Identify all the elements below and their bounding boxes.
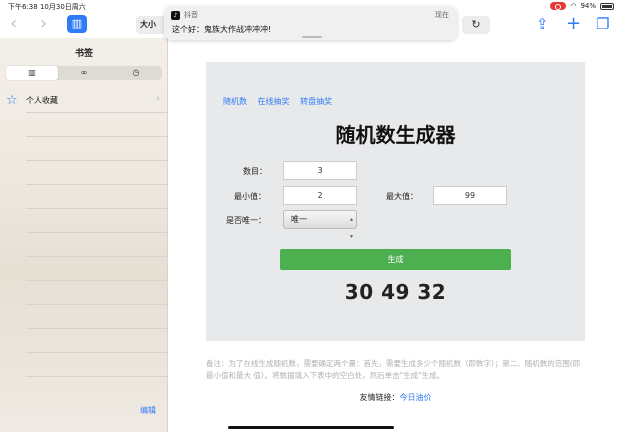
unique-select[interactable]: 唯一 ▴ ▾ — [283, 210, 357, 240]
divider — [26, 280, 167, 281]
note-text: 备注：为了在线生成随机数，需要确定两个量：首先，需要生成多少个随机数（即数字）；… — [206, 359, 581, 380]
share-icon[interactable]: ⇪ — [536, 15, 549, 33]
friend-links: 友情链接：今日油价 — [169, 392, 622, 403]
star-icon: ☆ — [6, 93, 18, 108]
bookmarks-book-icon[interactable]: ▥ — [67, 15, 87, 33]
friend-links-label: 友情链接： — [359, 393, 400, 402]
divider — [26, 136, 167, 137]
segment-reading-list-glasses-icon[interactable]: ∞ — [58, 66, 110, 80]
generate-button[interactable]: 生成 — [280, 249, 511, 270]
segment-history-clock-icon[interactable]: ◷ — [110, 66, 162, 80]
unique-label: 是否唯一： — [226, 216, 266, 225]
back-icon[interactable]: ‹ — [10, 14, 17, 34]
min-input[interactable]: 2 — [283, 186, 357, 205]
top-links: 随机数 在线抽奖 转盘抽奖 — [223, 96, 340, 107]
select-arrows-icon: ▴ ▾ — [349, 216, 353, 240]
favorites-label: 个人收藏 — [26, 96, 58, 105]
max-label: 最大值： — [386, 192, 418, 201]
bookmarks-sidebar: 书签 ▥ ∞ ◷ ☆ 个人收藏 › 编辑 — [0, 38, 168, 432]
web-content: 随机数 在线抽奖 转盘抽奖 随机数生成器 数目： 3 最小值： 2 最大值： 9… — [169, 38, 622, 432]
forward-icon[interactable]: › — [40, 14, 47, 34]
generator-panel: 随机数 在线抽奖 转盘抽奖 随机数生成器 数目： 3 最小值： 2 最大值： 9… — [206, 62, 585, 341]
divider — [26, 304, 167, 305]
divider — [26, 376, 167, 377]
max-input[interactable]: 99 — [433, 186, 507, 205]
sidebar-segmented-control: ▥ ∞ ◷ — [6, 66, 162, 80]
divider — [26, 352, 167, 353]
count-input[interactable]: 3 — [283, 161, 357, 180]
battery-icon — [600, 2, 614, 10]
divider — [26, 328, 167, 329]
wifi-icon: ◠ — [570, 2, 577, 10]
favorites-item[interactable]: ☆ 个人收藏 › — [0, 92, 168, 110]
segment-bookmarks-book-icon[interactable]: ▥ — [6, 66, 58, 80]
notification-time: 现在 — [435, 11, 449, 19]
divider — [26, 112, 167, 113]
result-numbers: 30 49 32 — [344, 280, 447, 304]
new-tab-plus-icon[interactable]: + — [566, 15, 581, 33]
link-online-lottery[interactable]: 在线抽奖 — [258, 97, 290, 106]
notification-message: 这个好：鬼族大作战冲冲冲! — [172, 25, 272, 34]
count-label: 数目： — [243, 167, 267, 176]
tabs-overview-icon[interactable]: ❐ — [596, 15, 609, 33]
unique-select-value: 唯一 — [291, 215, 307, 224]
divider — [26, 232, 167, 233]
reload-icon[interactable]: ↻ — [462, 16, 490, 34]
min-label: 最小值： — [234, 192, 266, 201]
divider — [26, 160, 167, 161]
chevron-right-icon: › — [156, 94, 160, 104]
reader-size-button[interactable]: 大小 — [136, 16, 166, 34]
page-title: 随机数生成器 — [335, 123, 456, 147]
divider — [26, 208, 167, 209]
friend-link-oil-price[interactable]: 今日油价 — [400, 393, 432, 402]
home-indicator[interactable] — [228, 426, 394, 429]
divider — [26, 184, 167, 185]
notification-grabber[interactable] — [302, 36, 322, 38]
status-indicators: ◠ 94% — [550, 2, 614, 10]
divider — [26, 256, 167, 257]
status-time: 下午6:38 10月30日周六 — [8, 3, 86, 11]
sidebar-title: 书签 — [74, 49, 93, 59]
notification-app-name: 抖音 — [184, 11, 198, 19]
link-random-number[interactable]: 随机数 — [223, 97, 247, 106]
tiktok-icon: ♪ — [171, 11, 180, 20]
notification-banner[interactable]: ♪ 抖音 现在 这个好：鬼族大作战冲冲冲! — [164, 6, 457, 40]
battery-percent: 94% — [580, 2, 596, 10]
link-wheel-lottery[interactable]: 转盘抽奖 — [300, 97, 332, 106]
screen-recording-icon[interactable] — [550, 2, 567, 10]
edit-button[interactable]: 编辑 — [140, 405, 156, 416]
